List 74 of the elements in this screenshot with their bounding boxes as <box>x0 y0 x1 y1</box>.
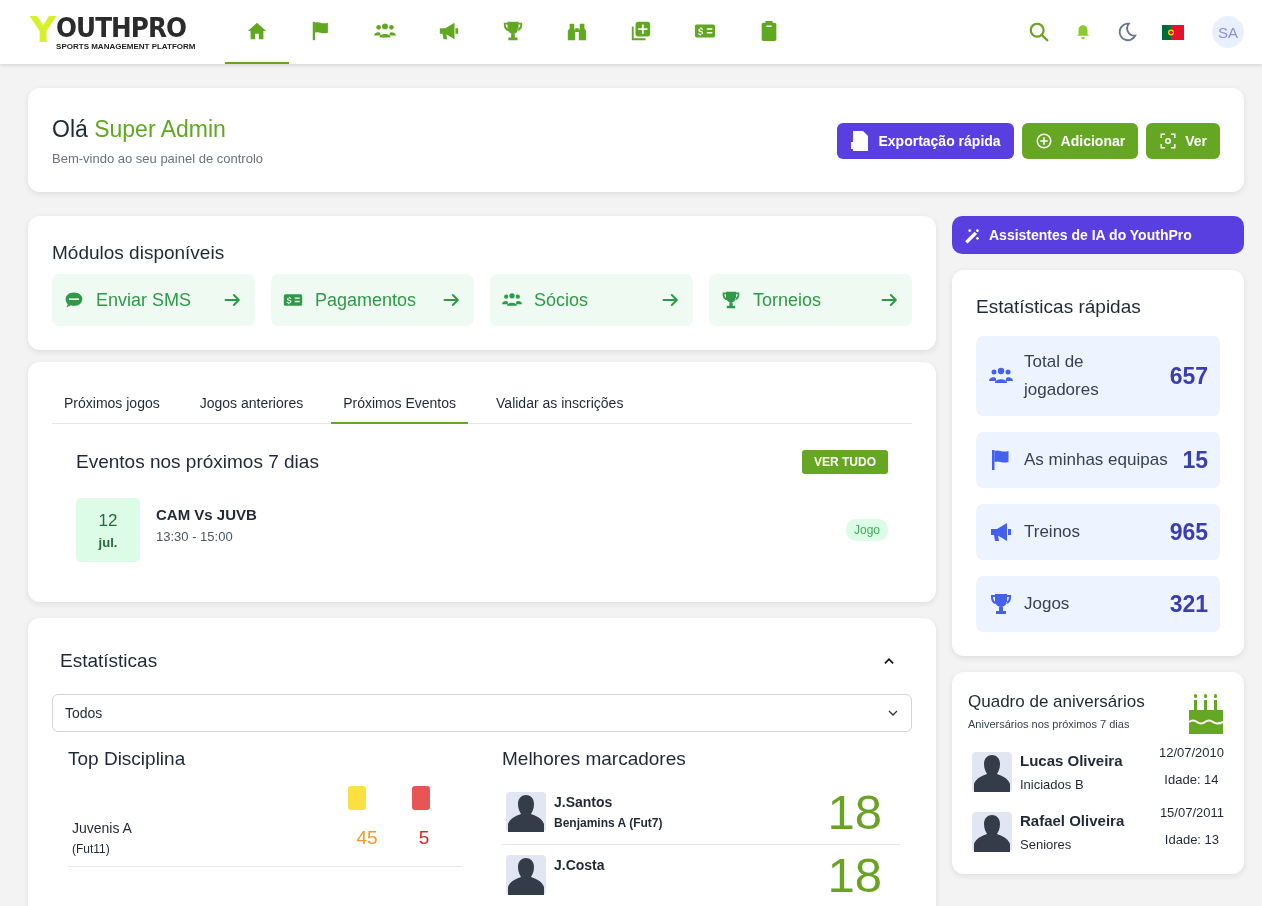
player-name: J.Santos <box>554 794 614 810</box>
age: Idade: 14 <box>1164 772 1219 787</box>
avatar-silhouette-icon <box>972 812 1012 852</box>
welcome-subtitle: Bem-vindo ao seu painel de controlo <box>52 151 265 166</box>
bell-icon[interactable] <box>1074 22 1092 42</box>
stat-value: 657 <box>1169 362 1208 390</box>
event-tag: Jogo <box>845 519 888 541</box>
stat-label: As minhas equipas <box>1024 449 1169 471</box>
team-format: (Fut11) <box>72 842 111 856</box>
plus-circle-icon <box>1034 132 1053 150</box>
export-button[interactable]: Exportação rápida <box>837 123 1014 159</box>
scan-icon <box>1159 132 1178 150</box>
age: Idade: 13 <box>1164 832 1220 847</box>
moon-icon[interactable] <box>1116 21 1138 43</box>
add-icon <box>630 20 652 42</box>
portugal-flag-icon[interactable] <box>1162 24 1184 40</box>
megaphone-icon <box>988 520 1014 544</box>
event-month: jul. <box>98 534 118 550</box>
section-title: Melhores marcadores <box>502 748 687 770</box>
trophy-icon <box>502 20 524 42</box>
trophy-icon <box>721 290 741 310</box>
filter-dropdown[interactable]: Todos <box>52 694 912 732</box>
birthday-cake-icon <box>1188 692 1224 734</box>
tab[interactable]: Próximos Eventos <box>331 386 469 424</box>
search-icon[interactable] <box>1028 21 1050 43</box>
caution-card-icon <box>348 786 366 810</box>
module-tile[interactable]: Torneios <box>709 274 912 326</box>
stat-label: Jogos <box>1024 593 1071 615</box>
stat-value: 965 <box>1169 518 1208 546</box>
module-tile[interactable]: Sócios <box>490 274 693 326</box>
birth-date: 12/07/2010 <box>1158 745 1224 760</box>
card-title: Estatísticas rápidas <box>976 296 1142 318</box>
avatar-silhouette-icon <box>972 752 1012 792</box>
home-icon <box>246 20 268 42</box>
section-title: Módulos disponíveis <box>52 242 226 264</box>
avatar-silhouette-icon <box>506 855 546 895</box>
logo[interactable]: YOUTHPRO SPORTS MANAGEMENT PLATFORM <box>30 13 225 51</box>
avatar-silhouette-icon <box>506 792 546 832</box>
module-tile[interactable]: Pagamentos <box>271 274 474 326</box>
module-tile[interactable]: Enviar SMS <box>52 274 255 326</box>
section-title: Estatísticas <box>60 650 158 672</box>
magic-wand-icon <box>964 226 981 244</box>
event-time: 13:30 - 15:00 <box>156 529 234 544</box>
card-title: Quadro de aniversários <box>968 692 1145 712</box>
goal-count: 18 <box>827 855 882 895</box>
ai-assistants-button[interactable]: Assistentes de IA do YouthPro <box>952 216 1244 254</box>
person-name: Lucas Oliveira <box>1020 752 1124 769</box>
player-name: J.Costa <box>554 857 606 873</box>
stat-label: Treinos <box>1024 521 1082 543</box>
greeting: Olá Super Admin <box>52 116 227 143</box>
event-day: 12 <box>98 510 118 531</box>
birth-date: 15/07/2011 <box>1159 805 1224 820</box>
section-title: Eventos nos próximos 7 dias <box>76 451 319 473</box>
caution-count: 45 <box>355 827 379 849</box>
card-subtitle: Aniversários nos próximos 7 dias <box>968 718 1131 730</box>
person-name: Rafael Oliveira <box>1020 812 1126 829</box>
player-team: Benjamins A (Fut7) <box>554 816 664 830</box>
dismissal-card-icon <box>412 786 430 810</box>
tab[interactable]: Próximos jogos <box>52 386 172 424</box>
sms-bubble-icon <box>64 290 84 310</box>
dismissal-count: 5 <box>417 827 431 849</box>
goal-count: 18 <box>827 792 882 832</box>
tab[interactable]: Validar as inscrições <box>484 386 636 424</box>
person-team: Seniores <box>1020 837 1073 852</box>
team-name: Juvenis A <box>72 820 133 836</box>
section-title: Top Disciplina <box>68 748 187 770</box>
person-team: Iniciados B <box>1020 777 1085 792</box>
stat-value: 321 <box>1169 590 1208 618</box>
stat-label: Total de jogadores <box>1024 351 1100 401</box>
event-title: CAM Vs JUVB <box>156 506 258 523</box>
trophy-icon <box>988 592 1014 616</box>
tab[interactable]: Jogos anteriores <box>187 386 316 424</box>
megaphone-icon <box>438 20 460 42</box>
stat-value: 15 <box>1182 446 1208 474</box>
